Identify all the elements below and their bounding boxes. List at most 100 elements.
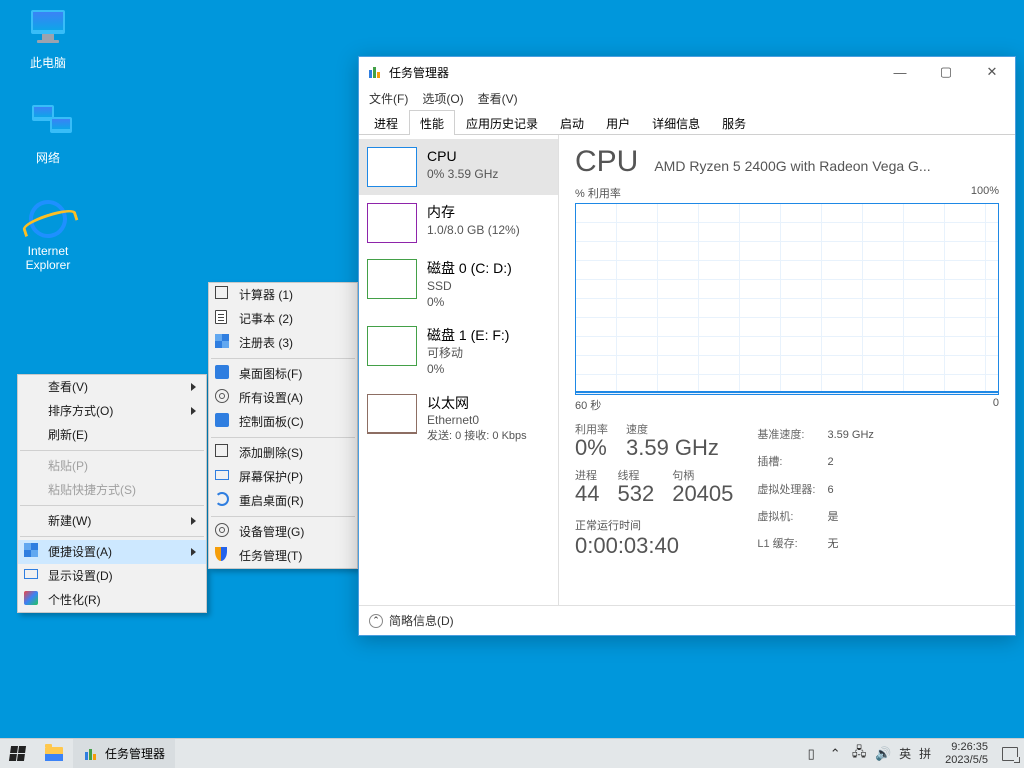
menubar: 文件(F) 选项(O) 查看(V) (359, 87, 1015, 109)
tray-ime2[interactable]: 拼 (919, 745, 931, 762)
titlebar[interactable]: 任务管理器 — ▢ ✕ (359, 57, 1015, 87)
tab-app-history[interactable]: 应用历史记录 (455, 110, 549, 135)
tab-processes[interactable]: 进程 (363, 110, 409, 135)
ctx-paste: 粘贴(P) (18, 454, 206, 478)
start-button[interactable] (0, 739, 35, 768)
chevron-right-icon (191, 548, 196, 556)
sub-screensaver[interactable]: 屏幕保护(P) (209, 465, 357, 489)
ctx-display[interactable]: 显示设置(D) (18, 564, 206, 588)
ctx-new[interactable]: 新建(W) (18, 509, 206, 533)
menu-view[interactable]: 查看(V) (478, 90, 518, 107)
sub-regedit[interactable]: 注册表 (3) (209, 331, 357, 355)
action-center-icon[interactable] (1002, 747, 1018, 761)
taskmgr-icon (83, 746, 99, 762)
tab-users[interactable]: 用户 (595, 110, 641, 135)
sub-taskmgr[interactable]: 任务管理(T) (209, 544, 357, 568)
tray-clock[interactable]: 9:26:35 2023/5/5 (939, 741, 994, 766)
ctx-personalize[interactable]: 个性化(R) (18, 588, 206, 612)
tabs: 进程 性能 应用历史记录 启动 用户 详细信息 服务 (359, 109, 1015, 135)
quick-settings-submenu: 计算器 (1) 记事本 (2) 注册表 (3) 桌面图标(F) 所有设置(A) … (208, 282, 358, 569)
desktop-icons-icon (215, 365, 231, 381)
ctx-quick-settings[interactable]: 便捷设置(A) (18, 540, 206, 564)
sub-restart-desk[interactable]: 重启桌面(R) (209, 489, 357, 513)
task-manager-window: 任务管理器 — ▢ ✕ 文件(F) 选项(O) 查看(V) 进程 性能 应用历史… (358, 56, 1016, 636)
task-manager-icon (215, 547, 231, 563)
taskbar-taskmgr[interactable]: 任务管理器 (73, 739, 175, 768)
network-thumb (367, 394, 417, 434)
sub-calc[interactable]: 计算器 (1) (209, 283, 357, 307)
cpu-name: AMD Ryzen 5 2400G with Radeon Vega G... (654, 158, 999, 174)
ctx-paste-shortcut: 粘贴快捷方式(S) (18, 478, 206, 502)
tab-performance[interactable]: 性能 (409, 110, 455, 135)
tray-volume-icon[interactable]: 🔊 (875, 746, 891, 762)
handle-count: 20405 (672, 481, 733, 507)
chevron-right-icon (191, 407, 196, 415)
sub-addremove[interactable]: 添加删除(S) (209, 441, 357, 465)
cpu-utilization-chart (575, 203, 999, 395)
sidebar-item-cpu[interactable]: CPU0% 3.59 GHz (359, 139, 558, 195)
minimize-button[interactable]: — (877, 57, 923, 87)
cpu-spec-table: 基准速度:3.59 GHz 插槽:2 虚拟处理器:6 虚拟机:是 L1 缓存:无 (755, 421, 876, 559)
calculator-icon (215, 286, 231, 302)
ctx-sort[interactable]: 排序方式(O) (18, 399, 206, 423)
sub-allsettings[interactable]: 所有设置(A) (209, 386, 357, 410)
ctx-view[interactable]: 查看(V) (18, 375, 206, 399)
sub-control[interactable]: 控制面板(C) (209, 410, 357, 434)
tray-overflow-icon[interactable]: ⌃ (827, 746, 843, 762)
display-icon (24, 567, 40, 583)
tray-network-icon[interactable]: 🖧 (851, 746, 867, 762)
desktop-icon-thispc[interactable]: 此电脑 (10, 10, 86, 71)
desktop-icon-network[interactable]: 网络 (10, 105, 86, 166)
chevron-right-icon (191, 517, 196, 525)
desktop-icon-ie[interactable]: Internet Explorer (10, 200, 86, 272)
tab-startup[interactable]: 启动 (549, 110, 595, 135)
device-manager-icon (215, 523, 231, 539)
sub-deskicon[interactable]: 桌面图标(F) (209, 362, 357, 386)
sidebar-item-memory[interactable]: 内存1.0/8.0 GB (12%) (359, 195, 558, 251)
sub-notepad[interactable]: 记事本 (2) (209, 307, 357, 331)
menu-options[interactable]: 选项(O) (422, 90, 463, 107)
metric-title: CPU (575, 145, 638, 179)
all-settings-icon (215, 389, 231, 405)
thread-count: 532 (617, 481, 654, 507)
label: 网络 (10, 149, 86, 166)
add-remove-icon (215, 444, 231, 460)
speed-value: 3.59 GHz (626, 435, 719, 461)
tray-battery-icon[interactable]: ▯ (803, 746, 819, 762)
performance-main: CPU AMD Ryzen 5 2400G with Radeon Vega G… (559, 135, 1015, 605)
close-button[interactable]: ✕ (969, 57, 1015, 87)
app-icon (367, 64, 383, 80)
footer: ⌃ 简略信息(D) (359, 605, 1015, 635)
fewer-details-link[interactable]: 简略信息(D) (389, 612, 454, 629)
label: Internet Explorer (10, 244, 86, 272)
taskbar-explorer[interactable] (35, 739, 73, 768)
sidebar-item-disk0[interactable]: 磁盘 0 (C: D:)SSD0% (359, 251, 558, 318)
chevron-up-icon[interactable]: ⌃ (369, 614, 383, 628)
util-value: 0% (575, 435, 608, 461)
sidebar-item-ethernet[interactable]: 以太网Ethernet0发送: 0 接收: 0 Kbps (359, 386, 558, 452)
cpu-thumb (367, 147, 417, 187)
taskbar: 任务管理器 ▯ ⌃ 🖧 🔊 英 拼 9:26:35 2023/5/5 (0, 738, 1024, 768)
process-count: 44 (575, 481, 599, 507)
sidebar-item-disk1[interactable]: 磁盘 1 (E: F:)可移动0% (359, 318, 558, 385)
ctx-refresh[interactable]: 刷新(E) (18, 423, 206, 447)
restart-icon (215, 492, 231, 508)
maximize-button[interactable]: ▢ (923, 57, 969, 87)
registry-icon (215, 334, 231, 350)
menu-file[interactable]: 文件(F) (369, 90, 408, 107)
label: 此电脑 (10, 54, 86, 71)
control-panel-icon (215, 413, 231, 429)
tray-ime[interactable]: 英 (899, 745, 911, 762)
chevron-right-icon (191, 383, 196, 391)
window-title: 任务管理器 (389, 64, 449, 81)
performance-sidebar: CPU0% 3.59 GHz 内存1.0/8.0 GB (12%) 磁盘 0 (… (359, 135, 559, 605)
notepad-icon (215, 310, 231, 326)
tab-details[interactable]: 详细信息 (641, 110, 711, 135)
disk-thumb (367, 326, 417, 366)
sub-devmgr[interactable]: 设备管理(G) (209, 520, 357, 544)
system-tray: ▯ ⌃ 🖧 🔊 英 拼 9:26:35 2023/5/5 (803, 739, 1024, 768)
personalize-icon (24, 591, 40, 607)
memory-thumb (367, 203, 417, 243)
tab-services[interactable]: 服务 (711, 110, 757, 135)
folder-icon (45, 747, 63, 761)
